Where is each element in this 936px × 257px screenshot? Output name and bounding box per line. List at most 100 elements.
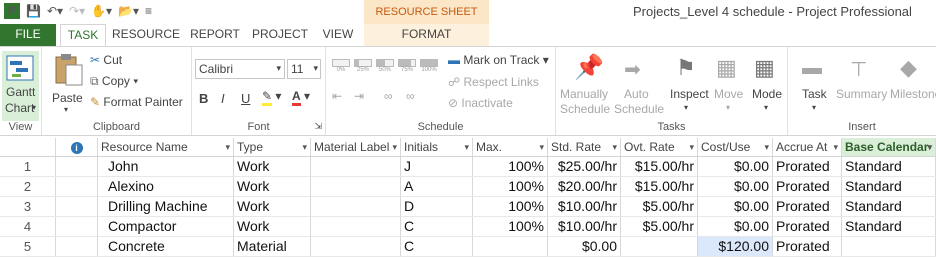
initials-cell[interactable]: J [401,157,473,176]
resource-name-cell[interactable]: Alexino [98,177,234,196]
row-id[interactable]: 5 [0,237,56,256]
header-type[interactable]: Type ▾ [234,138,311,156]
tab-format[interactable]: FORMAT [364,24,489,46]
max-units-cell[interactable] [473,237,548,256]
material-label-cell[interactable] [311,157,401,176]
move-button[interactable]: ▦ Move ▾ [712,51,748,117]
respect-links-button[interactable]: ☍ Respect Links [448,75,539,89]
row-id[interactable]: 3 [0,197,56,216]
ovt-rate-cell[interactable]: $5.00/hr [621,197,698,216]
header-std-rate[interactable]: Std. Rate ▾ [548,138,621,156]
unlink-tasks-button[interactable]: ∞ [406,89,415,103]
auto-schedule-button[interactable]: ➡ Auto Schedule [612,51,664,117]
type-cell[interactable]: Work [234,177,311,196]
material-label-cell[interactable] [311,237,401,256]
header-material-label[interactable]: Material Label ▾ [311,138,401,156]
gantt-chart-button[interactable]: Gantt Chart ▾ [2,51,39,121]
inactivate-button[interactable]: ⊘ Inactivate [448,96,513,110]
resource-name-cell[interactable]: John [98,157,234,176]
percent-50-button[interactable]: 50% [376,59,394,73]
link-tasks-button[interactable]: ∞ [384,89,393,103]
percent-100-button[interactable]: 100% [420,59,438,73]
type-cell[interactable]: Work [234,197,311,216]
save-icon[interactable]: 💾 [26,4,41,18]
ovt-rate-cell[interactable]: $5.00/hr [621,217,698,236]
std-rate-cell[interactable]: $10.00/hr [548,217,621,236]
initials-cell[interactable]: D [401,197,473,216]
accrue-at-cell[interactable]: Prorated [773,217,842,236]
max-units-cell[interactable]: 100% [473,177,548,196]
row-id[interactable]: 1 [0,157,56,176]
table-row[interactable]: 1 John Work J 100% $25.00/hr $15.00/hr $… [0,157,936,177]
type-cell[interactable]: Work [234,157,311,176]
percent-0-button[interactable]: 0% [332,59,350,73]
header-indicators[interactable]: i [56,138,98,156]
customize-qat-icon[interactable]: ≡ [145,4,152,18]
std-rate-cell[interactable]: $10.00/hr [548,197,621,216]
std-rate-cell[interactable]: $25.00/hr [548,157,621,176]
base-calendar-cell[interactable]: Standard [842,177,936,196]
copy-button[interactable]: ⧉ Copy ▾ [90,74,138,89]
accrue-at-cell[interactable]: Prorated [773,197,842,216]
table-row[interactable]: 3 Drilling Machine Work D 100% $10.00/hr… [0,197,936,217]
insert-task-button[interactable]: ▬ Task ▾ [798,51,834,117]
base-calendar-cell[interactable]: Standard [842,217,936,236]
std-rate-cell[interactable]: $0.00 [548,237,621,256]
manually-schedule-button[interactable]: 📌 Manually Schedule [560,51,610,117]
paste-button[interactable]: Paste ▾ [48,51,88,117]
font-family-select[interactable]: Calibri ▾ [195,59,285,79]
ovt-rate-cell[interactable] [621,237,698,256]
base-calendar-cell[interactable]: Standard [842,157,936,176]
ovt-rate-cell[interactable]: $15.00/hr [621,157,698,176]
header-initials[interactable]: Initials ▾ [401,138,473,156]
max-units-cell[interactable]: 100% [473,157,548,176]
max-units-cell[interactable]: 100% [473,217,548,236]
type-cell[interactable]: Material [234,237,311,256]
format-painter-button[interactable]: ✎ Format Painter [90,95,183,109]
insert-summary-button[interactable]: ⊤ Summary [834,51,892,117]
accrue-at-cell[interactable]: Prorated [773,177,842,196]
open-icon[interactable]: 📂▾ [118,4,139,18]
accrue-at-cell[interactable]: Prorated [773,237,842,256]
percent-25-button[interactable]: 25% [354,59,372,73]
cost-use-cell[interactable]: $0.00 [698,177,773,196]
cost-use-cell[interactable]: $0.00 [698,197,773,216]
font-color-button[interactable]: A ▾ [292,89,310,106]
base-calendar-cell[interactable] [842,237,936,256]
table-row[interactable]: 2 Alexino Work A 100% $20.00/hr $15.00/h… [0,177,936,197]
percent-75-button[interactable]: 75% [398,59,416,73]
italic-button[interactable]: I [221,91,225,106]
tab-project[interactable]: PROJECT [248,24,312,46]
highlight-color-button[interactable]: ✎ ▾ [262,89,281,106]
underline-button[interactable]: U [241,91,250,106]
resource-name-cell[interactable]: Compactor [98,217,234,236]
accrue-at-cell[interactable]: Prorated [773,157,842,176]
mode-button[interactable]: ▦ Mode ▾ [750,51,786,117]
bold-button[interactable]: B [199,91,208,106]
table-row[interactable]: 5 Concrete Material C $0.00 $120.00 Pror… [0,237,936,257]
resource-name-cell[interactable]: Concrete [98,237,234,256]
std-rate-cell[interactable]: $20.00/hr [548,177,621,196]
header-row-selector[interactable] [0,138,56,156]
header-max[interactable]: Max. ▾ [473,138,548,156]
cost-use-cell[interactable]: $0.00 [698,157,773,176]
base-calendar-cell[interactable]: Standard [842,197,936,216]
tab-task[interactable]: TASK [60,24,106,46]
header-resource-name[interactable]: Resource Name ▾ [98,138,234,156]
cost-use-cell[interactable]: $120.00 [698,237,773,256]
header-ovt-rate[interactable]: Ovt. Rate ▾ [621,138,698,156]
material-label-cell[interactable] [311,197,401,216]
row-id[interactable]: 4 [0,217,56,236]
material-label-cell[interactable] [311,177,401,196]
material-label-cell[interactable] [311,217,401,236]
cut-button[interactable]: ✂ Cut [90,53,122,67]
tab-resource[interactable]: RESOURCE [110,24,182,46]
tab-file[interactable]: FILE [0,24,56,46]
cost-use-cell[interactable]: $0.00 [698,217,773,236]
ovt-rate-cell[interactable]: $15.00/hr [621,177,698,196]
initials-cell[interactable]: C [401,237,473,256]
mark-on-track-button[interactable]: ▬ Mark on Track ▾ [448,53,549,67]
tab-report[interactable]: REPORT [186,24,244,46]
outdent-button[interactable]: ⇤ [332,89,342,103]
resource-name-cell[interactable]: Drilling Machine [98,197,234,216]
